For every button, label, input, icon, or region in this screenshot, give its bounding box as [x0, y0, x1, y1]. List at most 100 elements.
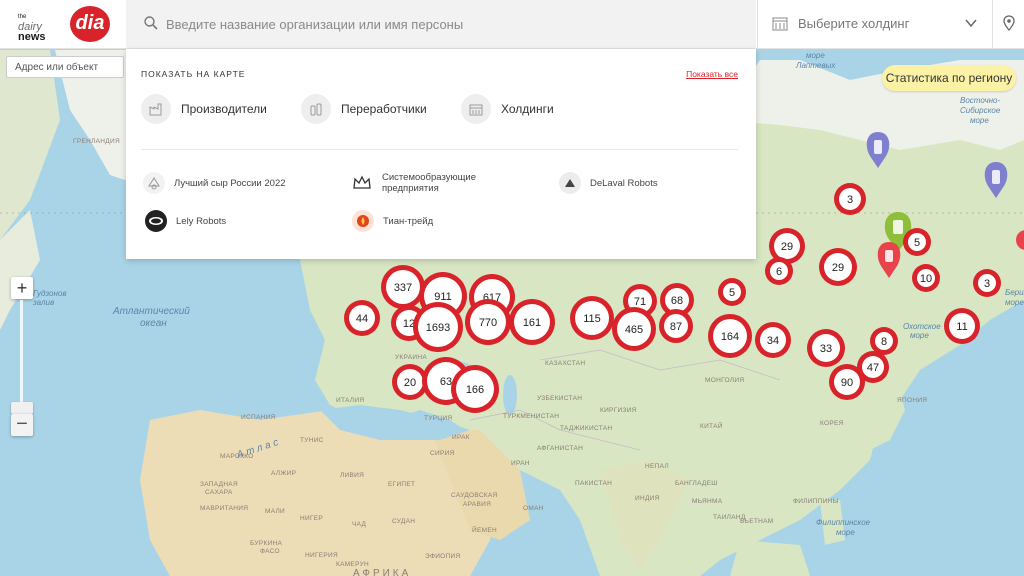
cluster-marker[interactable]: 10 — [912, 264, 940, 292]
dairy-news-logo: the dairy news — [18, 14, 46, 43]
map-label-algeria: АЛЖИР — [271, 470, 296, 477]
featured-backbone-enterprises[interactable]: Системообразующие предприятия — [351, 172, 476, 194]
zoom-out-button[interactable]: − — [11, 414, 33, 436]
map-label-china: КИТАЙ — [700, 421, 723, 430]
featured-delaval-robots[interactable]: DeLaval Robots — [559, 172, 658, 194]
map-label-okhotsk-2: море — [910, 331, 929, 340]
category-producers[interactable]: Производители — [141, 93, 267, 125]
map-label-korea: КОРЕЯ — [820, 420, 844, 427]
map-label-iran: ИРАН — [511, 460, 530, 467]
zoom-in-button[interactable]: + — [11, 277, 33, 299]
cluster-count: 34 — [767, 335, 779, 347]
map-label-italy: ИТАЛИЯ — [336, 397, 364, 404]
cluster-count: 11 — [956, 321, 967, 333]
map-label-okhotsk-1: Охотское — [903, 322, 941, 331]
cluster-count: 10 — [920, 273, 932, 285]
featured-best-cheese[interactable]: Лучший сыр России 2022 — [143, 172, 286, 194]
cluster-marker[interactable]: 770 — [465, 299, 511, 345]
featured-label: DeLaval Robots — [590, 177, 658, 189]
cluster-marker[interactable]: 44 — [344, 300, 380, 336]
map-label-western: ЗАПАДНАЯ — [200, 481, 238, 488]
cluster-marker[interactable]: 164 — [708, 314, 752, 358]
map-label-egypt: ЕГИПЕТ — [388, 481, 415, 488]
cluster-marker[interactable]: 465 — [612, 307, 656, 351]
show-on-map-panel: ПОКАЗАТЬ НА КАРТЕ Показать все Производи… — [126, 49, 756, 259]
cluster-count: 770 — [479, 317, 497, 329]
region-stats-button[interactable]: Статистика по региону — [882, 65, 1016, 91]
category-holdings[interactable]: Холдинги — [461, 93, 554, 125]
address-input[interactable] — [6, 56, 124, 78]
cluster-marker[interactable]: 1693 — [413, 302, 463, 352]
cluster-count: 465 — [625, 324, 643, 336]
search-box[interactable] — [126, 0, 756, 48]
category-label: Холдинги — [501, 102, 554, 116]
map-label-libya: ЛИВИЯ — [340, 472, 364, 479]
map-label-kyrgyzstan: КИРГИЗИЯ — [600, 407, 637, 414]
cluster-marker[interactable]: 337 — [381, 265, 425, 309]
cluster-marker[interactable]: 5 — [903, 228, 931, 256]
cluster-marker[interactable]: 29 — [819, 248, 857, 286]
map-label-uzbekistan: УЗБЕКИСТАН — [537, 395, 582, 402]
cluster-count: 71 — [634, 296, 646, 308]
map-label-pakistan: ПАКИСТАН — [575, 480, 612, 487]
tian-trade-logo-icon — [352, 210, 374, 232]
cluster-count: 87 — [670, 321, 682, 333]
lely-logo-icon — [145, 210, 167, 232]
cluster-marker[interactable]: 161 — [509, 299, 555, 345]
map-label-eastsib-2: Сибирское — [960, 106, 1001, 115]
map-label-yemen: ЙЕМЕН — [472, 525, 497, 534]
cluster-marker[interactable]: 5 — [718, 278, 746, 306]
cluster-marker[interactable]: 87 — [659, 309, 693, 343]
map-label-bering-2: море — [1005, 298, 1024, 307]
featured-lely-robots[interactable]: Lely Robots — [145, 210, 226, 232]
cluster-marker[interactable]: 3 — [834, 183, 866, 215]
map-label-turkey: ТУРЦИЯ — [424, 415, 452, 422]
map-label-niger: НИГЕР — [300, 515, 323, 522]
map-label-mongolia: МОНГОЛИЯ — [705, 377, 744, 384]
cluster-marker[interactable]: 90 — [829, 364, 865, 400]
map-label-morocco: МАРОККО — [220, 453, 254, 460]
map-label-kazakhstan: КАЗАХСТАН — [545, 360, 585, 367]
map-label-tajikistan: ТАДЖИКИСТАН — [560, 425, 612, 432]
map-label-faso: ФАСО — [260, 548, 280, 555]
cluster-marker[interactable]: 11 — [944, 308, 980, 344]
cluster-marker[interactable]: 3 — [973, 269, 1001, 297]
cluster-marker[interactable]: 115 — [570, 296, 614, 340]
map-label-mali: МАЛИ — [265, 508, 285, 515]
show-all-link[interactable]: Показать все — [686, 69, 738, 79]
map-label-philippine-1: Филиппинское — [816, 518, 871, 527]
map-label-japan: ЯПОНИЯ — [897, 397, 927, 404]
map-label-cameroon: КАМЕРУН — [336, 561, 369, 568]
site-logo[interactable]: the dairy news dia — [14, 4, 114, 44]
map-label-philippines: ФИЛИППИНЫ — [793, 498, 839, 505]
cluster-marker[interactable]: 6 — [765, 257, 793, 285]
cluster-marker[interactable]: 166 — [451, 365, 499, 413]
search-input[interactable] — [164, 10, 728, 38]
cluster-marker[interactable]: 34 — [755, 322, 791, 358]
map-label-philippine-2: море — [836, 528, 855, 537]
category-label: Переработчики — [341, 102, 427, 116]
featured-label: Тиан-трейд — [383, 215, 434, 227]
cluster-marker[interactable]: 33 — [807, 329, 845, 367]
holding-select[interactable]: Выберите холдинг — [757, 0, 992, 48]
map-label-tunisia: ТУНИС — [300, 437, 324, 444]
cluster-count: 63 — [440, 376, 452, 388]
chevron-down-icon — [965, 19, 977, 28]
cluster-marker[interactable]: 8 — [870, 327, 898, 355]
map-label-afghanistan: АФГАНИСТАН — [537, 445, 583, 452]
map-label-eastsib-1: Восточно- — [960, 96, 1000, 105]
cluster-count: 68 — [671, 295, 683, 307]
category-processors[interactable]: Переработчики — [301, 93, 427, 125]
map-label-bering-1: Берин — [1005, 288, 1024, 297]
holding-select-label: Выберите холдинг — [798, 16, 910, 31]
map-label-mauritania: МАВРИТАНИЯ — [200, 505, 248, 512]
geolocation-button[interactable] — [992, 0, 1024, 48]
featured-label: Лучший сыр России 2022 — [174, 177, 286, 189]
cheese-award-icon — [143, 172, 165, 194]
map-label-spain: ИСПАНИЯ — [241, 414, 276, 421]
zoom-slider-track[interactable] — [20, 300, 23, 410]
cluster-count: 164 — [721, 331, 739, 343]
map-label-burkina: БУРКИНА — [250, 540, 283, 547]
header-bar: the dairy news dia Выберите холдинг — [0, 0, 1024, 49]
featured-tian-trade[interactable]: Тиан-трейд — [352, 210, 433, 232]
